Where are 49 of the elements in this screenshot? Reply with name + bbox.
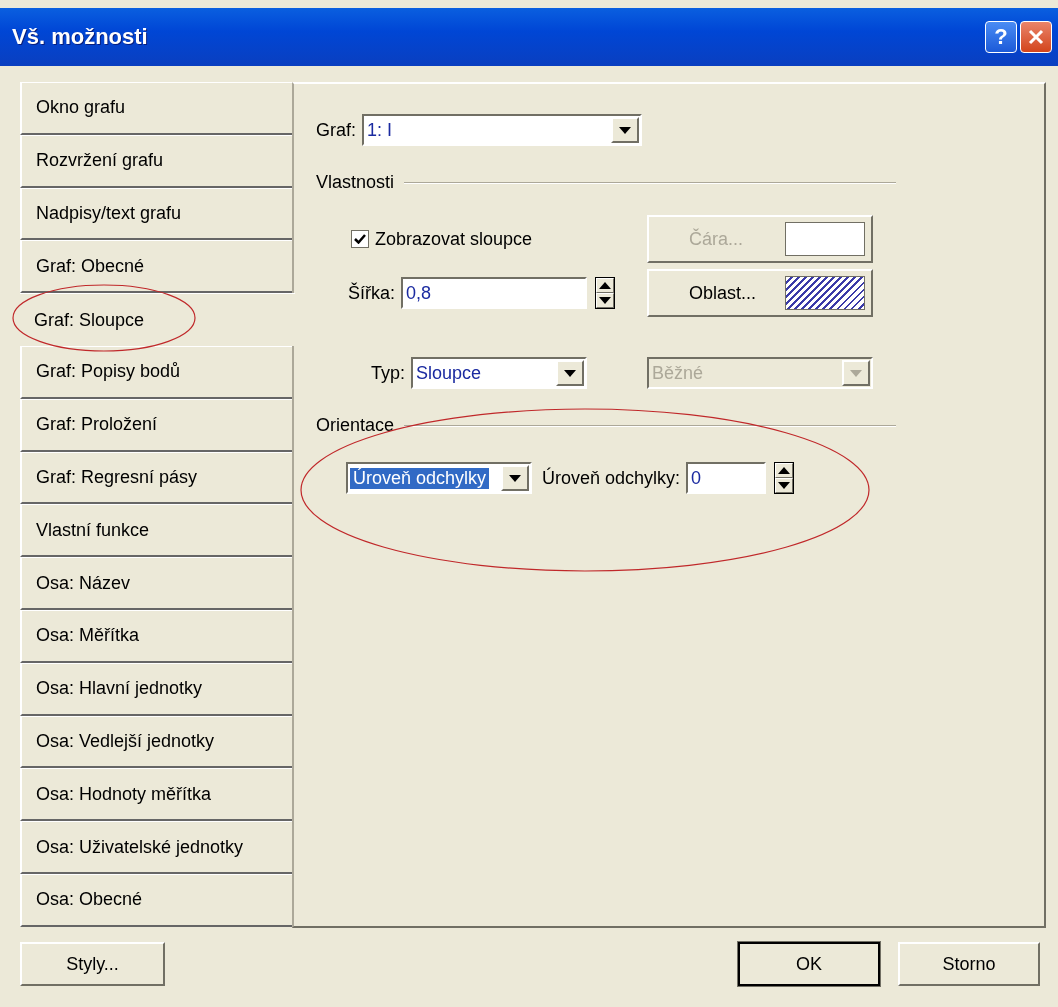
sidebar-tab[interactable]: Osa: Hlavní jednotky <box>20 662 292 716</box>
checkbox-label: Zobrazovat sloupce <box>375 228 533 250</box>
caret-icon <box>564 369 576 377</box>
type-label: Typ: <box>371 362 405 384</box>
graph-dropdown[interactable]: 1: I <box>362 114 642 146</box>
up-arrow-icon <box>778 467 791 474</box>
sidebar-tab[interactable]: Graf: Obecné <box>20 240 292 294</box>
up-arrow-icon <box>599 282 611 289</box>
sidebar-tab[interactable]: Okno grafu <box>20 82 292 135</box>
type-dropdown[interactable]: Sloupce <box>411 357 587 389</box>
group-title: Vlastnosti <box>316 172 395 193</box>
dialog-button[interactable]: Storno <box>898 942 1040 986</box>
close-icon <box>1028 29 1044 45</box>
level-field[interactable]: 0 <box>686 462 767 494</box>
dialog-button[interactable]: Styly... <box>20 942 165 986</box>
sidebar-tab[interactable]: Osa: Vedlejší jednotky <box>20 715 292 769</box>
spin-buttons[interactable] <box>774 462 795 494</box>
sidebar-tab[interactable]: Osa: Uživatelské jednotky <box>20 821 292 874</box>
sidebar-tab[interactable]: Osa: Hodnoty měřítka <box>20 768 292 822</box>
down-arrow-icon <box>599 297 611 304</box>
check-icon <box>354 234 366 244</box>
graph-label: Graf: <box>316 119 356 141</box>
width-field[interactable]: 0,8 <box>401 277 587 309</box>
orientation-dropdown[interactable]: Úroveň odchylky <box>346 462 532 494</box>
sidebar-tab[interactable]: Nadpisy/text grafu <box>20 187 292 241</box>
sidebar-tab[interactable]: Graf: Popisy bodů <box>20 346 292 399</box>
checkbox[interactable] <box>351 230 369 248</box>
width-label: Šířka: <box>348 282 395 304</box>
down-arrow-icon <box>778 482 791 489</box>
close-button[interactable] <box>1020 21 1052 53</box>
sidebar-tab[interactable]: Osa: Měřítka <box>20 609 292 663</box>
caret-icon <box>509 474 521 482</box>
window-title: Vš. možnosti <box>12 24 149 50</box>
group-title: Orientace <box>316 415 395 436</box>
sidebar-tab[interactable]: Graf: Proložení <box>20 398 292 452</box>
spin-buttons[interactable] <box>595 277 615 309</box>
caret-icon <box>850 369 862 377</box>
sidebar-tab[interactable]: Osa: Název <box>20 557 292 610</box>
help-button[interactable]: ? <box>985 21 1017 53</box>
dialog-button[interactable]: OK <box>738 942 880 986</box>
level-label: Úroveň odchylky: <box>542 467 681 489</box>
sidebar-tab[interactable]: Vlastní funkce <box>20 504 292 558</box>
graph-value: 1: I <box>366 119 394 141</box>
caret-icon <box>619 126 631 134</box>
sidebar-tab[interactable]: Rozvržení grafu <box>20 134 292 188</box>
area-button[interactable]: Oblast... <box>647 269 873 317</box>
sidebar-tab[interactable]: Graf: Regresní pásy <box>20 451 292 505</box>
sidebar-tab[interactable]: Graf: Sloupce <box>20 293 295 346</box>
sidebar-tab[interactable]: Osa: Obecné <box>20 873 292 927</box>
